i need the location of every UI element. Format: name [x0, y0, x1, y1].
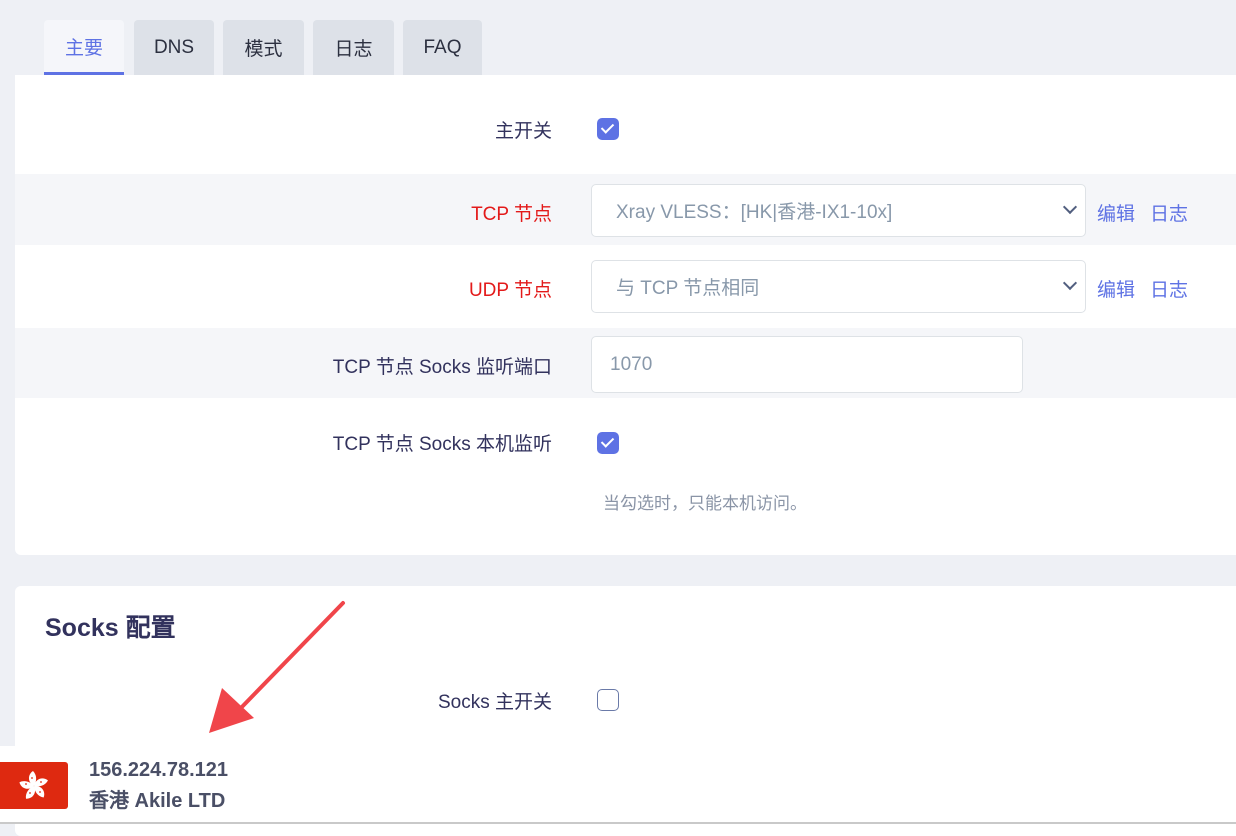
socks-config-title: Socks 配置: [45, 614, 176, 642]
socks-local-hint: 当勾选时，只能本机访问。: [603, 494, 807, 513]
master-switch-row: 主开关: [15, 75, 1236, 174]
tcp-node-select[interactable]: Xray VLESS：[HK|香港-IX1-10x]: [591, 184, 1086, 237]
tab-dns[interactable]: DNS: [134, 20, 214, 75]
ip-address: 156.224.78.121: [89, 759, 229, 781]
socks-port-input[interactable]: 1070: [591, 336, 1023, 393]
master-switch-label: 主开关: [494, 121, 552, 142]
udp-node-row: UDP 节点 与 TCP 节点相同 编辑 日志: [15, 245, 1236, 328]
tcp-node-label: TCP 节点: [471, 204, 552, 225]
master-switch-checkbox[interactable]: [597, 118, 619, 140]
socks-local-row: TCP 节点 Socks 本机监听 当勾选时，只能本机访问。: [15, 398, 1236, 555]
tab-main[interactable]: 主要: [44, 20, 124, 75]
tab-log[interactable]: 日志: [313, 20, 394, 75]
chevron-down-icon: [1062, 275, 1078, 291]
main-settings-card: 主开关 TCP 节点 Xray VLESS：[HK|香港-IX1-10x] 编辑…: [15, 75, 1236, 555]
ip-location: 香港 Akile LTD: [89, 790, 226, 812]
tcp-node-edit-link[interactable]: 编辑: [1097, 199, 1135, 226]
udp-node-label: UDP 节点: [468, 280, 552, 301]
udp-node-log-link[interactable]: 日志: [1150, 275, 1188, 302]
chevron-down-icon: [1062, 199, 1078, 215]
tcp-node-row: TCP 节点 Xray VLESS：[HK|香港-IX1-10x] 编辑 日志: [15, 174, 1236, 245]
udp-node-edit-link[interactable]: 编辑: [1097, 275, 1135, 302]
socks-master-switch-checkbox[interactable]: [597, 689, 619, 711]
tab-mode[interactable]: 模式: [223, 20, 304, 75]
socks-port-row: TCP 节点 Socks 监听端口 1070: [15, 328, 1236, 398]
socks-local-checkbox[interactable]: [597, 432, 619, 454]
tab-faq[interactable]: FAQ: [403, 20, 482, 75]
socks-master-switch-label: Socks 主开关: [437, 692, 552, 713]
socks-port-value: 1070: [610, 353, 653, 375]
ip-info-bar: 156.224.78.121 香港 Akile LTD: [0, 746, 1236, 824]
tcp-node-select-value: Xray VLESS：[HK|香港-IX1-10x]: [616, 202, 893, 223]
udp-node-select[interactable]: 与 TCP 节点相同: [591, 260, 1086, 313]
hong-kong-flag-icon: [0, 762, 68, 809]
udp-node-select-value: 与 TCP 节点相同: [616, 278, 760, 299]
bauhinia-icon: [19, 770, 48, 799]
tcp-node-log-link[interactable]: 日志: [1150, 199, 1188, 226]
socks-local-label: TCP 节点 Socks 本机监听: [332, 434, 552, 455]
socks-port-label: TCP 节点 Socks 监听端口: [332, 357, 552, 378]
